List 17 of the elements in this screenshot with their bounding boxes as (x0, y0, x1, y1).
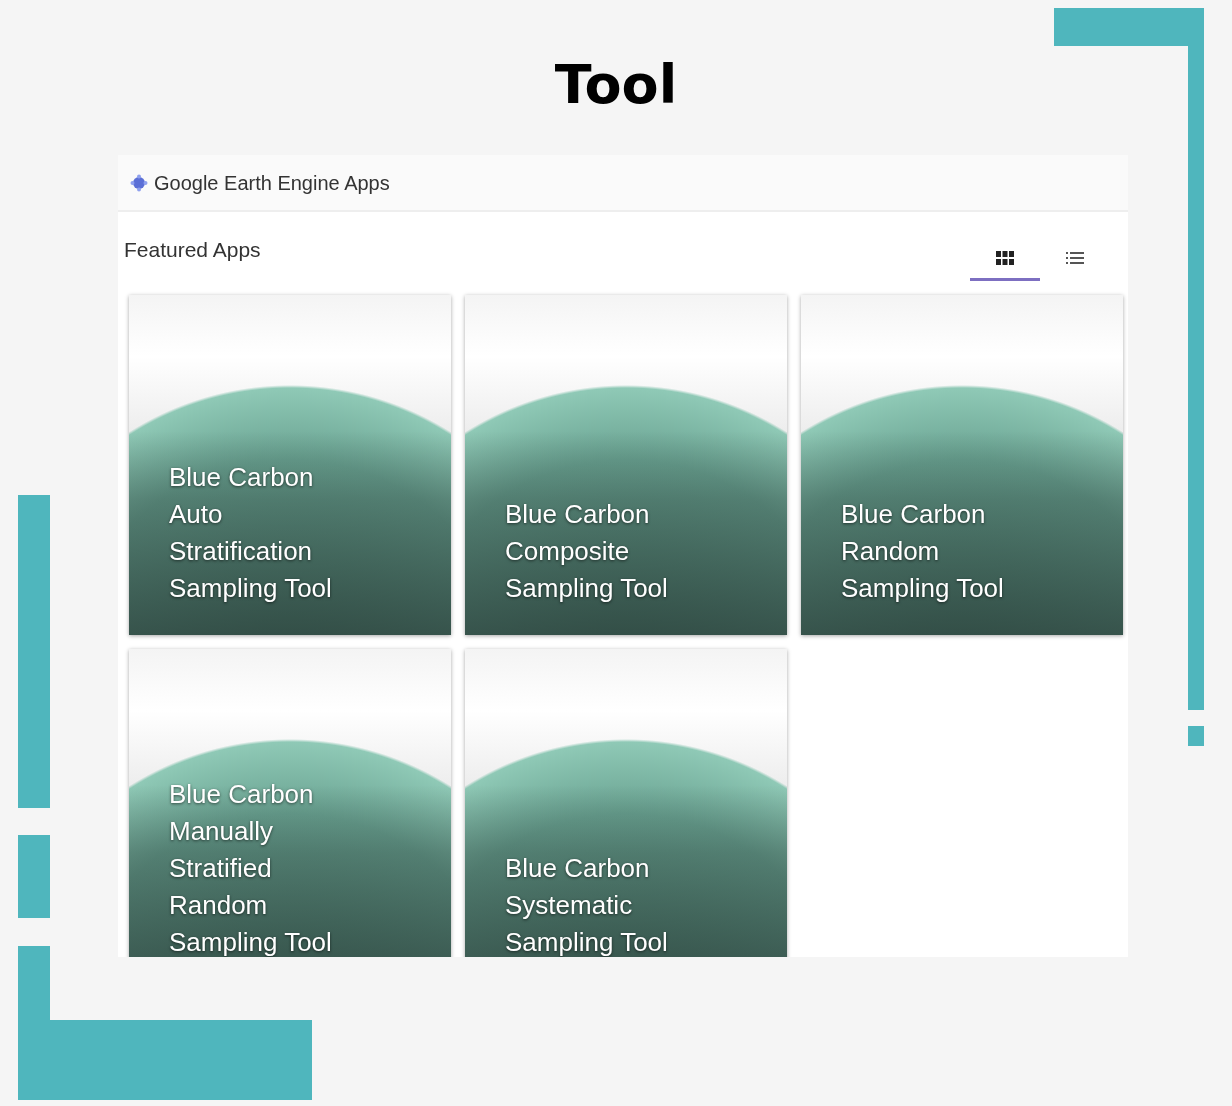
app-header-title: Google Earth Engine Apps (154, 170, 390, 196)
app-card[interactable]: Blue Carbon Systematic Sampling Tool (465, 649, 787, 957)
section-title: Featured Apps (124, 236, 261, 263)
app-title: Blue Carbon Systematic Sampling Tool (505, 851, 669, 957)
app-card[interactable]: Blue Carbon Composite Sampling Tool (465, 295, 787, 635)
grid-view-icon (996, 251, 1014, 265)
decorative-square (1188, 726, 1204, 746)
app-card[interactable]: Blue Carbon Auto Stratification Sampling Tool (129, 295, 451, 635)
page-title: Tool (554, 58, 678, 112)
logo-icon (130, 173, 148, 192)
app-card[interactable]: Blue Carbon Random Sampling Tool (801, 295, 1123, 635)
app-card[interactable]: Blue Carbon Manually Stratified Random Sampling Tool (129, 649, 451, 957)
list-view-icon (1066, 252, 1084, 264)
app-title: Blue Carbon Composite Sampling Tool (505, 497, 669, 605)
app-title: Blue Carbon Random Sampling Tool (841, 497, 1005, 605)
app-title: Blue Carbon Auto Stratification Sampling Tool (169, 460, 333, 605)
app-title: Blue Carbon Manually Stratified Random Sampling Tool (169, 777, 333, 957)
